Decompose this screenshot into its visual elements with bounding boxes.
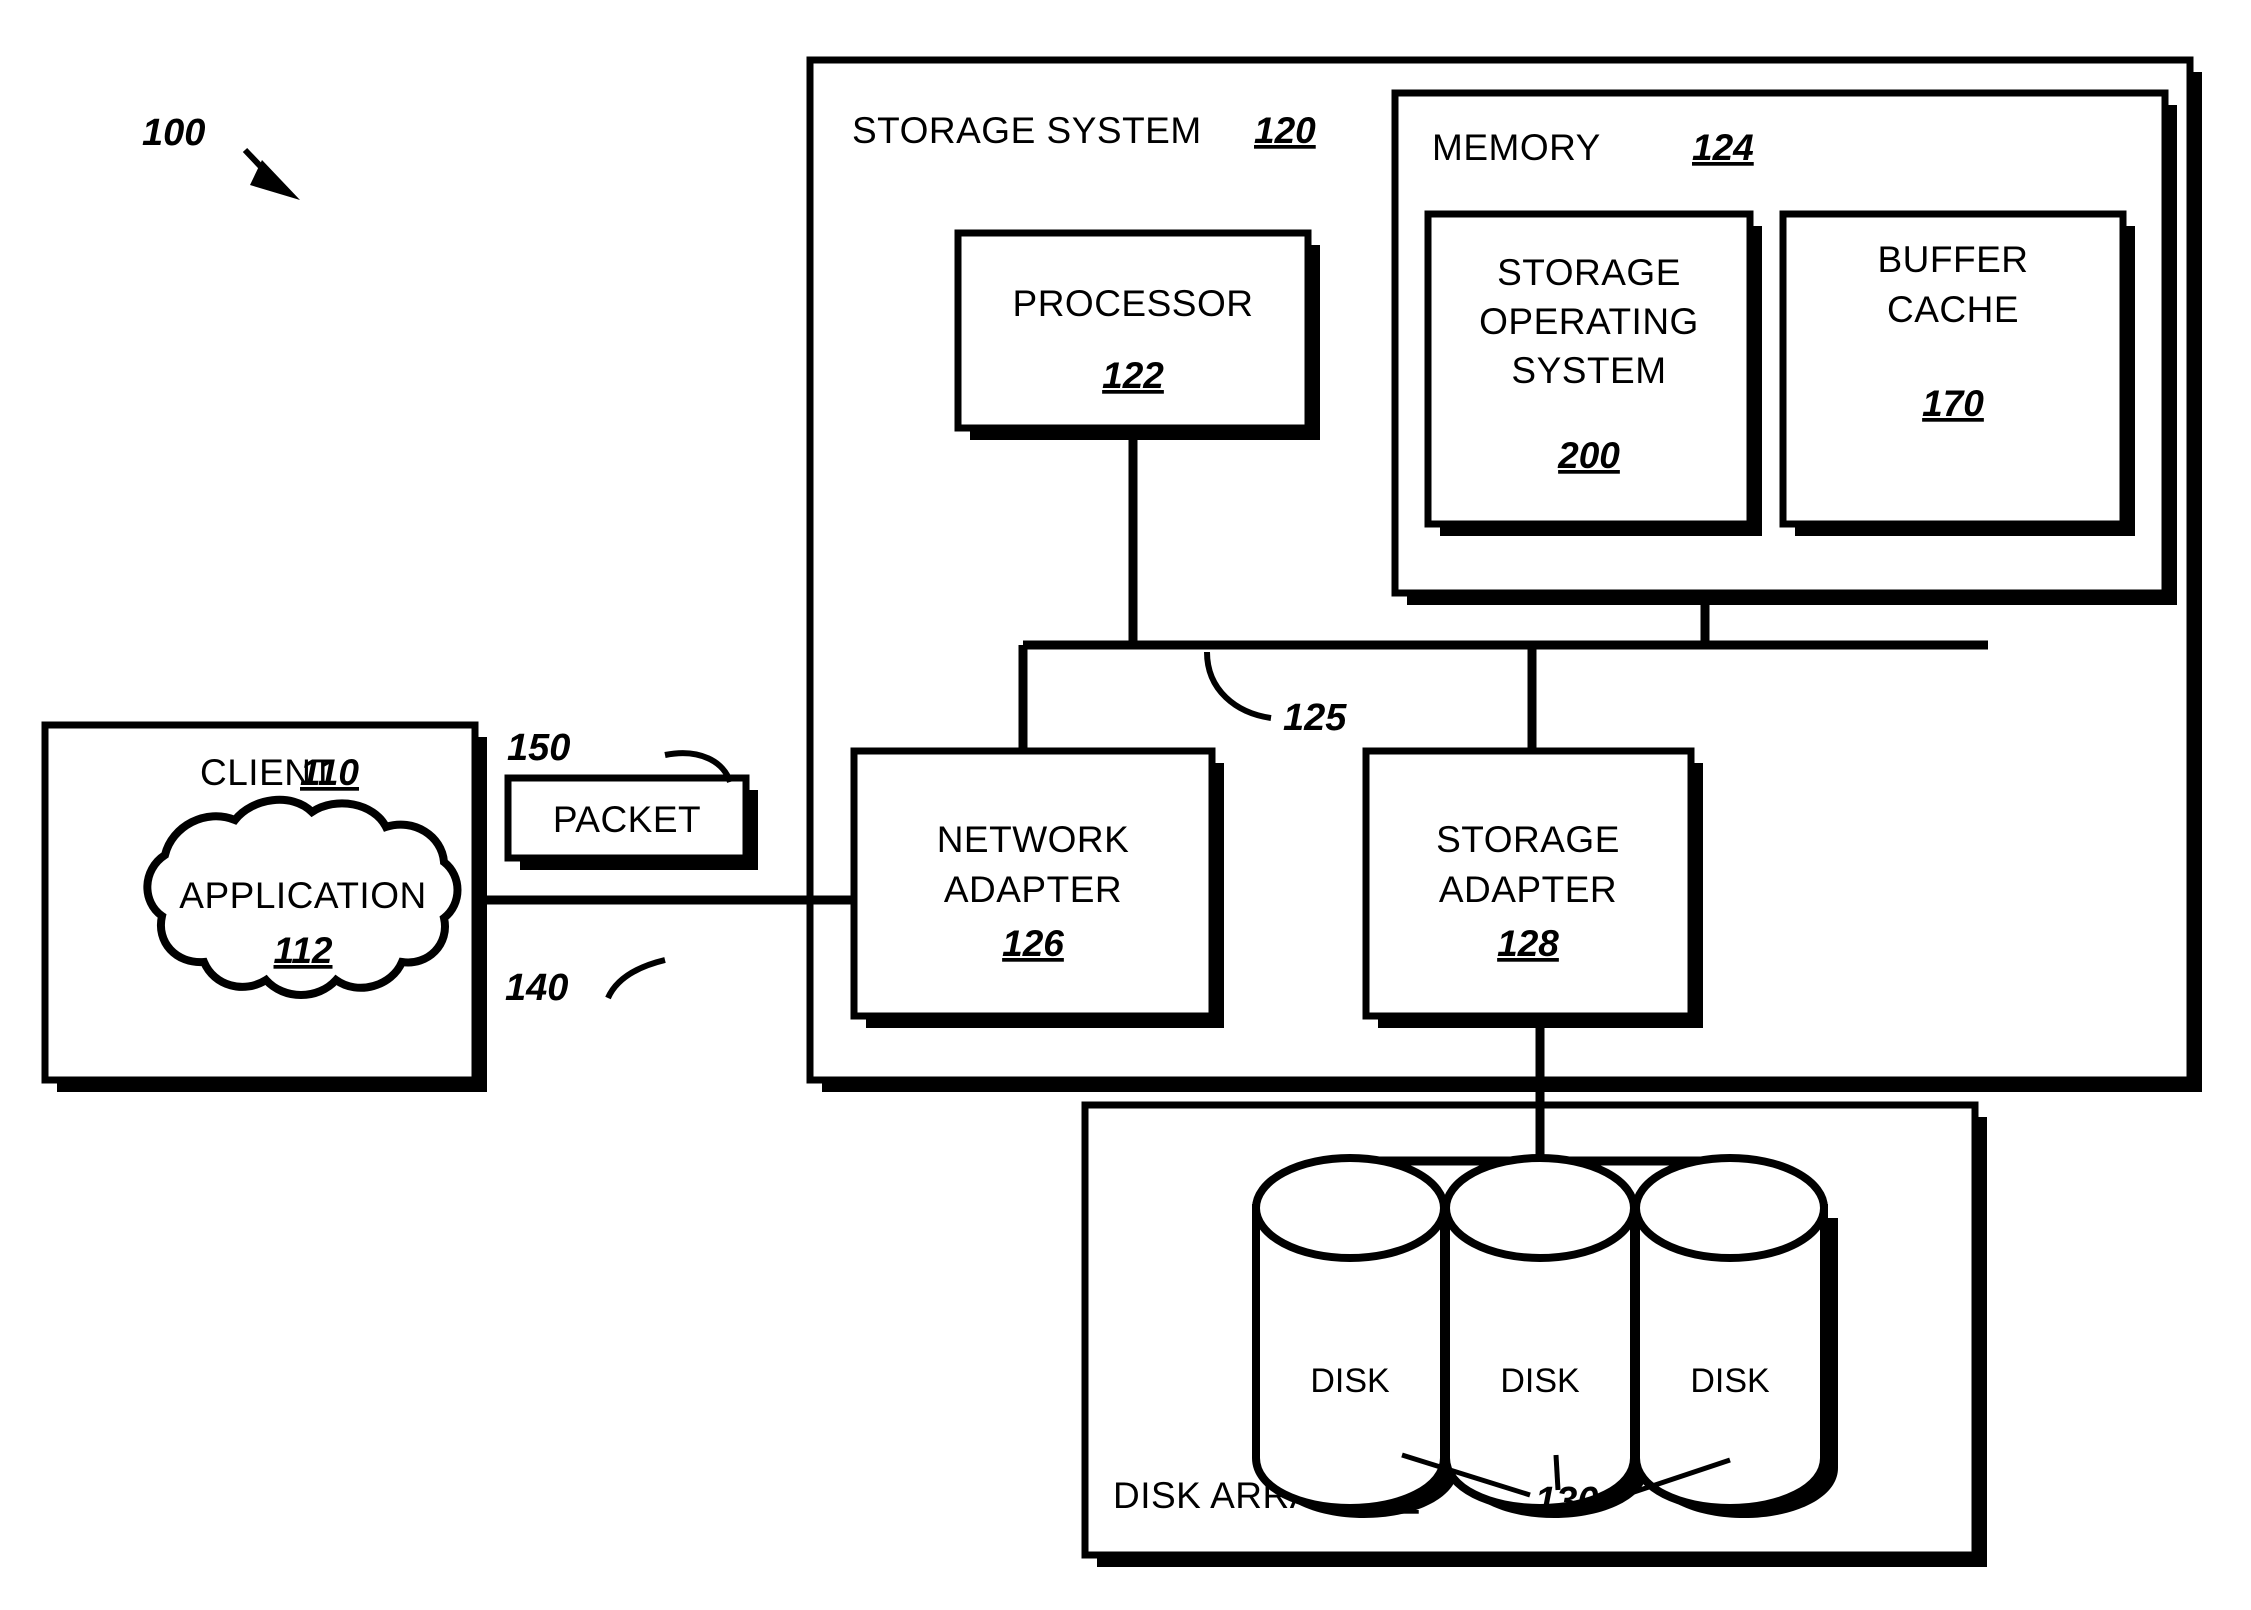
application-cloud: APPLICATION 112	[143, 795, 462, 999]
disk-ref-label: 130	[1535, 1480, 1598, 1522]
network-adapter-line1: NETWORK	[937, 819, 1130, 860]
client-box: CLIENT 110 APPLICATION 112	[41, 721, 487, 1092]
figure-ref-label: 100	[142, 112, 205, 154]
storage-operating-system-box: STORAGE OPERATING SYSTEM 200	[1424, 210, 1762, 536]
application-ref: 112	[274, 930, 333, 971]
network-link-140: 140	[474, 895, 854, 1009]
sos-ref: 200	[1557, 435, 1620, 476]
storage-adapter-ref: 128	[1497, 923, 1559, 964]
bus-ref-label: 125	[1283, 697, 1347, 739]
sos-line2: OPERATING	[1479, 301, 1699, 342]
processor-label: PROCESSOR	[1013, 283, 1254, 324]
disk-2-label: DISK	[1500, 1362, 1580, 1400]
disk-1-label: DISK	[1310, 1362, 1390, 1400]
buffer-cache-line1: BUFFER	[1878, 239, 2029, 280]
application-label: APPLICATION	[179, 875, 426, 916]
buffer-cache-box: BUFFER CACHE 170	[1779, 210, 2135, 536]
memory-title: MEMORY	[1432, 127, 1601, 168]
processor-box-outline	[954, 229, 1312, 432]
disk-3-top	[1632, 1154, 1828, 1262]
storage-adapter-box: STORAGE ADAPTER 128	[1362, 747, 1703, 1028]
processor-ref: 122	[1102, 355, 1164, 396]
disk-cylinder-3: DISK	[1632, 1154, 1838, 1518]
network-link-leader	[605, 957, 666, 1000]
network-adapter-line2: ADAPTER	[944, 869, 1122, 910]
disk-3-label: DISK	[1690, 1362, 1770, 1400]
disk-2-top	[1442, 1154, 1638, 1262]
packet-ref-label: 150	[507, 727, 570, 769]
storage-system-ref: 120	[1254, 110, 1316, 151]
memory-ref: 124	[1692, 127, 1754, 168]
network-adapter-ref: 126	[1002, 923, 1064, 964]
packet-box: PACKET 150	[504, 727, 758, 870]
buffer-cache-line2: CACHE	[1887, 289, 2019, 330]
storage-adapter-line1: STORAGE	[1436, 819, 1620, 860]
disk-cylinder-2: DISK	[1442, 1154, 1648, 1518]
network-adapter-box: NETWORK ADAPTER 126	[850, 747, 1224, 1028]
packet-label: PACKET	[553, 799, 701, 840]
buffer-cache-ref: 170	[1922, 383, 1984, 424]
patent-figure-canvas: 100 STORAGE SYSTEM 120 PROCESSOR 122 MEM…	[0, 0, 2251, 1610]
disk-1-top	[1252, 1154, 1448, 1262]
network-link-ref-label: 140	[505, 967, 568, 1009]
client-ref: 110	[300, 752, 359, 793]
storage-adapter-line2: ADAPTER	[1439, 869, 1617, 910]
storage-system-title: STORAGE SYSTEM	[852, 110, 1202, 151]
sos-line3: SYSTEM	[1511, 350, 1666, 391]
figure-svg: 100 STORAGE SYSTEM 120 PROCESSOR 122 MEM…	[41, 56, 2202, 1567]
processor-box: PROCESSOR 122	[954, 229, 1320, 440]
sos-line1: STORAGE	[1497, 252, 1681, 293]
memory-box: MEMORY 124 STORAGE OPERATING SYSTEM 200 …	[1391, 89, 2177, 605]
figure-reference-100: 100	[142, 112, 300, 200]
